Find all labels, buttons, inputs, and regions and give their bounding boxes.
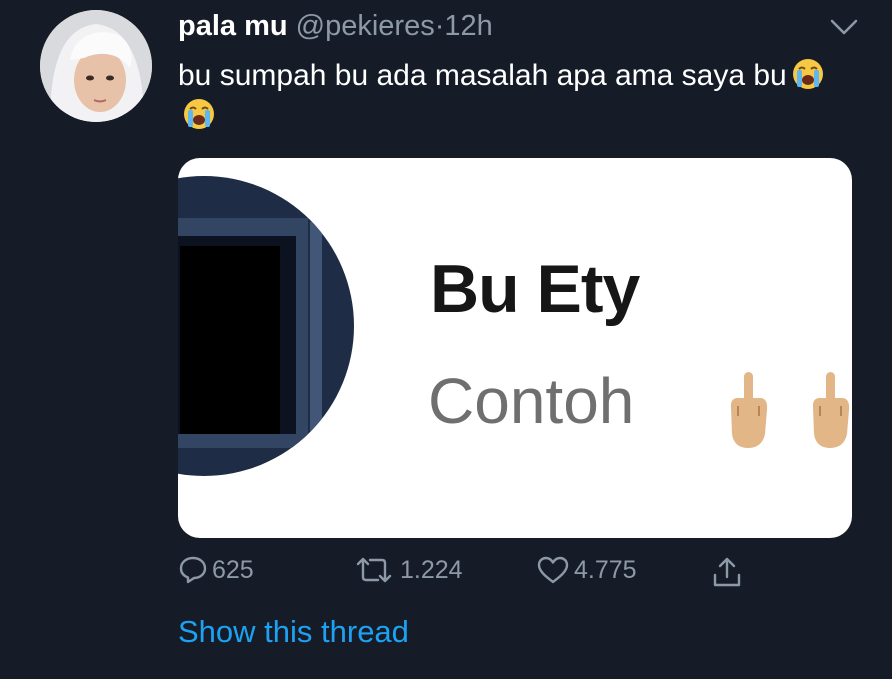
reply-button[interactable]: 625 [178, 555, 254, 585]
loudly-crying-face-icon [792, 59, 823, 89]
contact-subtitle: Contoh [428, 365, 635, 437]
share-button[interactable] [710, 555, 748, 589]
middle-finger-icon [812, 372, 850, 448]
avatar-photo [40, 10, 152, 122]
heart-icon [537, 556, 569, 584]
contact-name: Bu Ety [430, 251, 640, 327]
reply-count: 625 [212, 555, 254, 584]
reply-icon [179, 556, 207, 584]
contact-photo [178, 176, 354, 476]
chevron-down-icon[interactable] [826, 16, 862, 38]
timestamp[interactable]: 12h [444, 10, 492, 42]
retweet-button[interactable]: 1.224 [352, 555, 463, 585]
retweet-count: 1.224 [400, 555, 463, 584]
like-button[interactable]: 4.775 [536, 555, 637, 585]
display-name[interactable]: pala mu [178, 10, 288, 42]
attached-image[interactable]: Bu Ety Contoh [178, 158, 852, 538]
share-icon [713, 557, 741, 587]
tweet-body: bu sumpah bu ada masalah apa ama saya bu [178, 59, 787, 92]
user-handle[interactable]: @pekieres [296, 10, 435, 42]
retweet-icon [356, 557, 392, 583]
loudly-crying-face-icon [184, 99, 214, 129]
show-thread-link[interactable]: Show this thread [178, 614, 409, 650]
avatar[interactable] [40, 10, 152, 122]
tweet-text: bu sumpah bu ada masalah apa ama saya bu [178, 56, 858, 136]
tweet-actions: 625 1.224 4.775 [0, 555, 892, 599]
tweet-header: pala mu @pekieres·12h [178, 6, 493, 46]
middle-finger-icon [730, 372, 768, 448]
like-count: 4.775 [574, 555, 637, 584]
separator-dot: · [434, 10, 445, 42]
